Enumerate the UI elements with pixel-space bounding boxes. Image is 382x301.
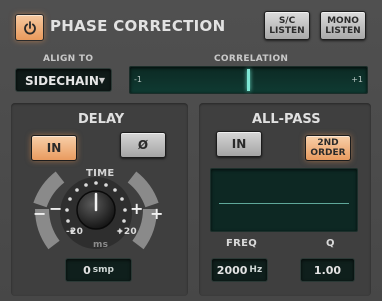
align-to-label: ALIGN TO (43, 54, 94, 64)
power-icon (24, 21, 36, 35)
align-to-select[interactable]: SIDECHAIN ▼ (15, 68, 112, 92)
correlation-max-label: +1 (351, 75, 363, 84)
correlation-indicator (247, 69, 250, 91)
allpass-phase-display (210, 168, 358, 232)
mono-listen-button[interactable]: MONO LISTEN (320, 11, 366, 40)
chevron-down-icon: ▼ (98, 76, 105, 85)
plus-far-icon[interactable]: + (150, 204, 164, 223)
range-max-label: +20 (116, 227, 137, 237)
mono-listen-label-2: LISTEN (325, 25, 361, 36)
q-value-field[interactable]: 1.00 (300, 258, 355, 282)
delay-unit: smp (92, 265, 114, 275)
freq-value-field[interactable]: 2000 Hz (211, 258, 268, 282)
second-order-label-1: 2ND (317, 138, 339, 148)
delay-in-label: IN (46, 141, 62, 155)
plus-icon[interactable]: + (130, 199, 144, 218)
page-title: PHASE CORRECTION (50, 17, 226, 35)
correlation-meter: -1 +1 (129, 66, 368, 94)
minus-far-icon[interactable]: − (33, 204, 47, 223)
correlation-label: CORRELATION (214, 54, 289, 64)
range-min-label: -20 (66, 227, 84, 237)
second-order-button[interactable]: 2ND ORDER (305, 135, 351, 161)
delay-in-button[interactable]: IN (31, 135, 77, 161)
allpass-in-label: IN (231, 137, 247, 151)
sc-listen-label-1: S/C (278, 15, 296, 26)
freq-unit: Hz (249, 265, 263, 275)
delay-title: DELAY (78, 112, 125, 127)
q-label: Q (326, 238, 335, 249)
minus-icon[interactable]: − (49, 199, 63, 218)
power-button[interactable] (15, 14, 44, 41)
mono-listen-label-1: MONO (327, 15, 359, 26)
second-order-label-2: ORDER (310, 148, 346, 158)
align-to-value: SIDECHAIN (25, 74, 99, 88)
q-value: 1.00 (313, 263, 342, 277)
allpass-title: ALL-PASS (252, 112, 321, 127)
sc-listen-button[interactable]: S/C LISTEN (264, 11, 310, 40)
correlation-min-label: -1 (134, 75, 142, 84)
sc-listen-label-2: LISTEN (269, 25, 305, 36)
phase-response-line (219, 203, 349, 204)
phase-correction-panel: PHASE CORRECTION S/C LISTEN MONO LISTEN … (0, 0, 382, 301)
delay-value: 0 (83, 263, 91, 277)
freq-label: FREQ (226, 238, 258, 249)
freq-value: 2000 (216, 263, 248, 277)
delay-value-field[interactable]: 0 smp (65, 258, 132, 282)
polarity-icon: Ø (137, 138, 149, 152)
allpass-in-button[interactable]: IN (216, 131, 262, 157)
ms-unit-label: ms (93, 240, 109, 250)
polarity-invert-button[interactable]: Ø (120, 132, 166, 158)
